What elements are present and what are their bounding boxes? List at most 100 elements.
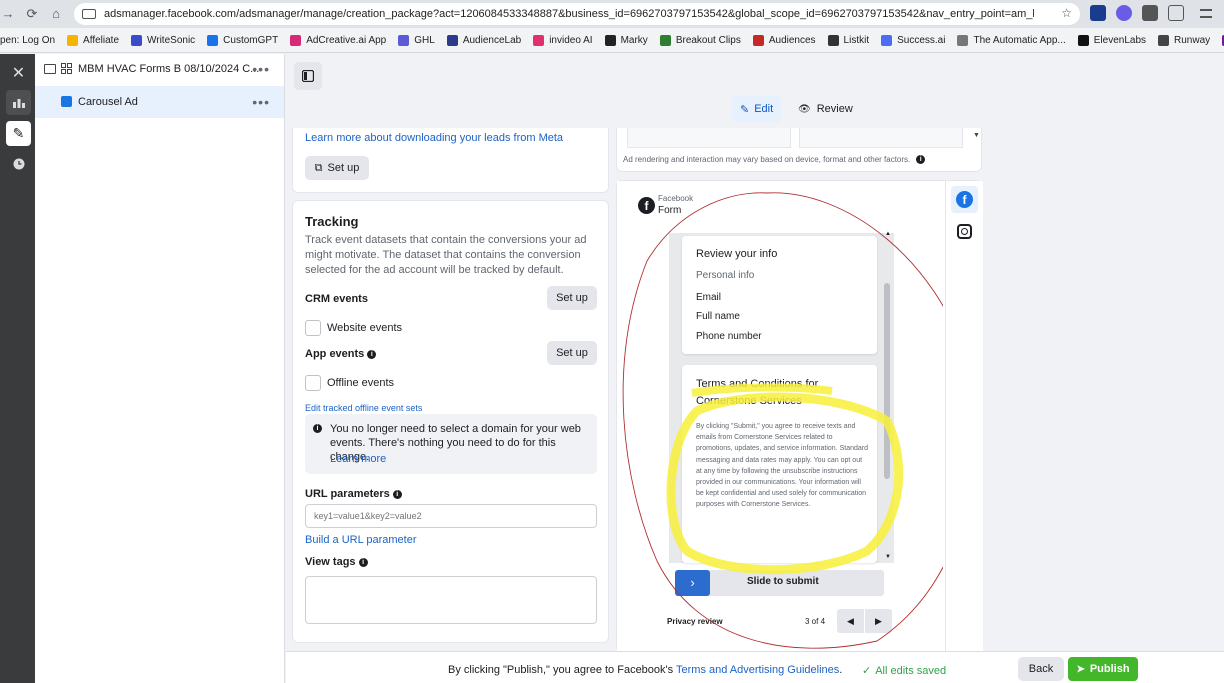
extension-icon[interactable] xyxy=(1090,5,1106,21)
bookmark-label: AdCreative.ai App xyxy=(306,34,387,46)
edit-pencil-icon[interactable]: ✎ xyxy=(6,121,31,146)
url-parameters-text: URL parameters xyxy=(305,488,390,500)
tracking-title: Tracking xyxy=(305,214,359,229)
sidebar-toggle-button[interactable] xyxy=(294,62,322,90)
bookmark-item[interactable]: WriteSonic xyxy=(131,34,196,46)
publish-button[interactable]: ➤ Publish xyxy=(1068,657,1138,681)
tab-review[interactable]: 👁 Review xyxy=(790,96,861,122)
back-button[interactable]: Back xyxy=(1018,657,1064,681)
bookmark-icon xyxy=(1158,34,1170,46)
bookmark-item[interactable]: ElevenLabs xyxy=(1077,34,1147,46)
preview-thumb xyxy=(799,128,963,148)
bookmark-icon xyxy=(67,34,79,46)
terms-link[interactable]: Terms and Advertising Guidelines xyxy=(676,664,839,676)
offline-events-label: Offline events xyxy=(327,377,395,389)
bookmark-item[interactable]: CustomGPT xyxy=(207,34,278,46)
tree-campaign-row[interactable]: MBM HVAC Forms B 08/10/2024 C... ••• xyxy=(35,54,284,86)
leads-setup-button[interactable]: ⧉ Set up xyxy=(305,156,369,180)
extension-icon[interactable] xyxy=(1142,5,1158,21)
rendering-note: Ad rendering and interaction may vary ba… xyxy=(623,155,926,165)
info-icon[interactable]: i xyxy=(392,489,402,499)
bookmark-label: WriteSonic xyxy=(147,34,196,46)
website-events-checkbox[interactable] xyxy=(305,320,321,336)
facebook-icon: f xyxy=(956,191,973,208)
bookmark-star-icon[interactable]: ☆ xyxy=(1061,6,1072,20)
tracking-card: Tracking Track event datasets that conta… xyxy=(292,200,609,643)
bookmark-icon xyxy=(604,34,616,46)
bookmark-item[interactable]: AudienceLab xyxy=(446,34,521,46)
bookmark-item[interactable]: Audiences xyxy=(752,34,816,46)
bookmark-item[interactable]: Marky xyxy=(604,34,648,46)
website-events-label: Website events xyxy=(327,322,403,334)
edit-offline-event-sets-link[interactable]: Edit tracked offline event sets xyxy=(305,403,422,413)
notice-learn-more-link[interactable]: Learn more xyxy=(330,453,386,465)
extension-icon[interactable] xyxy=(1116,5,1132,21)
bookmark-icon xyxy=(533,34,545,46)
view-tags-textarea[interactable] xyxy=(305,576,597,624)
bookmark-label: ElevenLabs xyxy=(1093,34,1147,46)
bookmark-icon xyxy=(881,34,893,46)
ad-more-button[interactable]: ••• xyxy=(252,94,270,110)
save-status: ✓ All edits saved xyxy=(862,664,946,677)
bookmark-item[interactable]: Runway xyxy=(1158,34,1211,46)
url-parameters-input[interactable] xyxy=(305,504,597,528)
menu-icon[interactable] xyxy=(1200,9,1212,18)
info-icon: i xyxy=(313,424,322,433)
bookmark-item[interactable]: The Automatic App... xyxy=(957,34,1066,46)
info-icon[interactable]: i xyxy=(358,557,368,567)
build-url-parameter-link[interactable]: Build a URL parameter xyxy=(305,534,416,546)
info-icon[interactable]: i xyxy=(367,349,377,359)
extensions-puzzle-icon[interactable] xyxy=(1168,5,1184,21)
bookmark-icon xyxy=(752,34,764,46)
learn-more-leads-link[interactable]: Learn more about downloading your leads … xyxy=(305,132,563,144)
bookmark-label: Success.ai xyxy=(897,34,946,46)
tracking-description: Track event datasets that contain the co… xyxy=(305,234,587,276)
chart-icon[interactable] xyxy=(6,90,31,115)
close-icon[interactable]: ✕ xyxy=(6,60,31,85)
bookmark-icon xyxy=(1077,34,1089,46)
preview-canvas: f Facebook Form Review your info Persona… xyxy=(617,181,943,653)
bookmark-icon xyxy=(659,34,671,46)
forward-icon[interactable]: → xyxy=(0,6,20,21)
app-events-label: App events i xyxy=(305,348,377,360)
eye-icon: 👁 xyxy=(798,103,811,115)
bookmark-item[interactable]: Listkit xyxy=(827,34,869,46)
home-icon[interactable]: ⌂ xyxy=(44,6,68,21)
bookmark-item[interactable]: Breakout Clips xyxy=(659,34,741,46)
bookmark-label: Audiences xyxy=(768,34,816,46)
scroll-down-arrow[interactable]: ▼ xyxy=(973,132,980,139)
bookmark-icon xyxy=(290,34,302,46)
rendering-note-text: Ad rendering and interaction may vary ba… xyxy=(623,155,911,164)
history-clock-icon[interactable] xyxy=(6,151,31,176)
grid-icon xyxy=(61,63,72,77)
crm-events-label: CRM events xyxy=(305,293,368,305)
app-setup-button[interactable]: Set up xyxy=(547,341,597,365)
bookmark-item[interactable]: invideo AI xyxy=(533,34,593,46)
reload-icon[interactable]: ⟳ xyxy=(20,6,44,22)
tree-ad-row[interactable]: Carousel Ad ••• xyxy=(35,86,284,118)
instagram-icon-lens xyxy=(961,228,968,235)
instagram-placement-button[interactable] xyxy=(951,218,978,245)
info-icon[interactable]: i xyxy=(916,155,926,165)
offline-events-checkbox[interactable] xyxy=(305,375,321,391)
tab-edit[interactable]: ✎ Edit xyxy=(732,96,782,122)
bookmark-item[interactable]: pen: Log On xyxy=(0,35,55,46)
bookmark-item[interactable]: GHL xyxy=(398,34,435,46)
bookmark-item[interactable]: Affeliate xyxy=(67,34,119,46)
tab-edit-label: Edit xyxy=(754,103,774,115)
address-bar[interactable]: adsmanager.facebook.com/adsmanager/manag… xyxy=(74,3,1080,25)
yellow-underline-annotation xyxy=(691,383,833,397)
campaign-more-button[interactable]: ••• xyxy=(252,61,270,77)
bookmark-item[interactable]: Success.ai xyxy=(881,34,946,46)
bookmark-icon xyxy=(827,34,839,46)
bookmark-icon xyxy=(957,34,969,46)
bookmark-label: Runway xyxy=(1174,34,1211,46)
browser-toolbar: → ⟳ ⌂ adsmanager.facebook.com/adsmanager… xyxy=(0,0,1224,28)
facebook-placement-button[interactable]: f xyxy=(951,186,978,213)
site-settings-icon[interactable] xyxy=(82,9,96,19)
tab-review-label: Review xyxy=(816,103,853,115)
leads-card: Learn more about downloading your leads … xyxy=(292,128,609,193)
bookmark-item[interactable]: AdCreative.ai App xyxy=(290,34,387,46)
preview-top-card: ▼ Ad rendering and interaction may vary … xyxy=(616,128,982,172)
crm-setup-button[interactable]: Set up xyxy=(547,286,597,310)
